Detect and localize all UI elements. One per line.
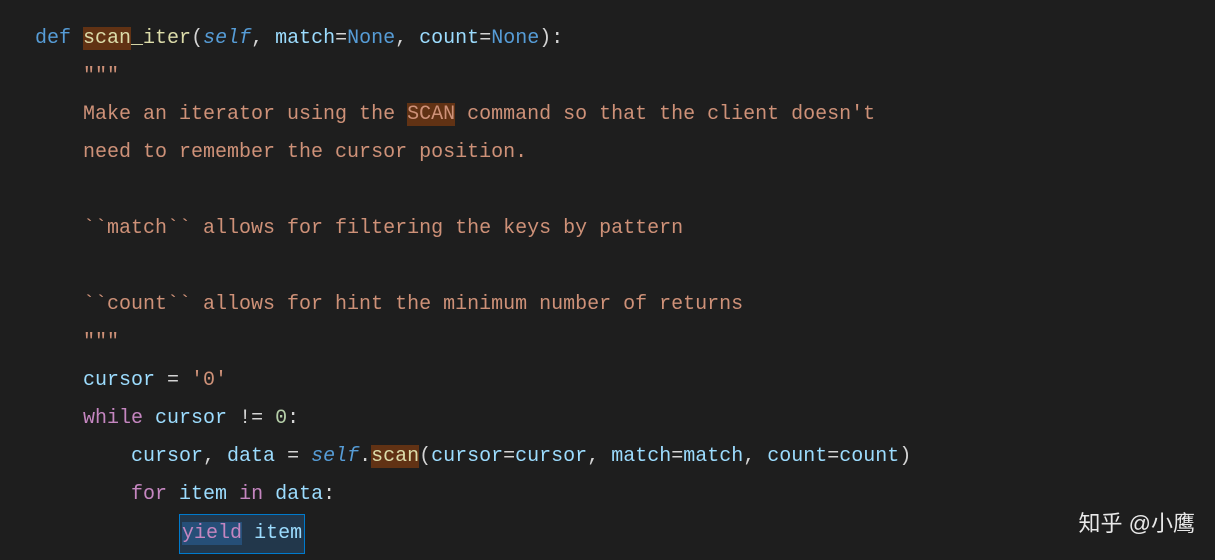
- code-line-doc1[interactable]: Make an iterator using the SCAN command …: [35, 96, 1180, 134]
- code-line-def[interactable]: def scan_iter(self, match=None, count=No…: [35, 20, 1180, 58]
- number-zero: 0: [275, 407, 287, 430]
- param-count: count: [419, 27, 479, 50]
- code-line-doc4[interactable]: ``count`` allows for hint the minimum nu…: [35, 286, 1180, 324]
- keyword-while: while: [83, 407, 143, 430]
- code-line-while[interactable]: while cursor != 0:: [35, 400, 1180, 438]
- builtin-none: None: [347, 27, 395, 50]
- docstring-quote-close: """: [83, 331, 119, 354]
- keyword-yield: yield: [182, 522, 242, 545]
- code-line-doc3[interactable]: ``match`` allows for filtering the keys …: [35, 210, 1180, 248]
- code-line-for[interactable]: for item in data:: [35, 476, 1180, 514]
- var-data: data: [227, 445, 275, 468]
- code-line-docstring-close[interactable]: """: [35, 324, 1180, 362]
- keyword-def: def: [35, 27, 71, 50]
- search-highlight: scan: [83, 27, 131, 50]
- code-line-doc2[interactable]: need to remember the cursor position.: [35, 134, 1180, 172]
- code-line-yield[interactable]: yield item: [35, 514, 1180, 554]
- search-highlight-scan: SCAN: [407, 103, 455, 126]
- watermark: 知乎 @小鹰: [1079, 503, 1195, 545]
- param-match: match: [275, 27, 335, 50]
- selection-box: yield item: [179, 514, 305, 554]
- function-name: scan_iter: [83, 27, 191, 50]
- param-self: self: [203, 27, 251, 50]
- method-scan-highlight: scan: [371, 445, 419, 468]
- docstring-quote: """: [83, 65, 119, 88]
- code-line-blank1[interactable]: [35, 172, 1180, 210]
- code-line-scan-call[interactable]: cursor, data = self.scan(cursor=cursor, …: [35, 438, 1180, 476]
- code-line-docstring-open[interactable]: """: [35, 58, 1180, 96]
- builtin-none: None: [491, 27, 539, 50]
- code-line-blank2[interactable]: [35, 248, 1180, 286]
- code-line-cursor-assign[interactable]: cursor = '0': [35, 362, 1180, 400]
- string-zero: '0': [191, 369, 227, 392]
- keyword-in: in: [239, 483, 263, 506]
- keyword-for: for: [131, 483, 167, 506]
- var-item: item: [179, 483, 227, 506]
- var-cursor: cursor: [83, 369, 155, 392]
